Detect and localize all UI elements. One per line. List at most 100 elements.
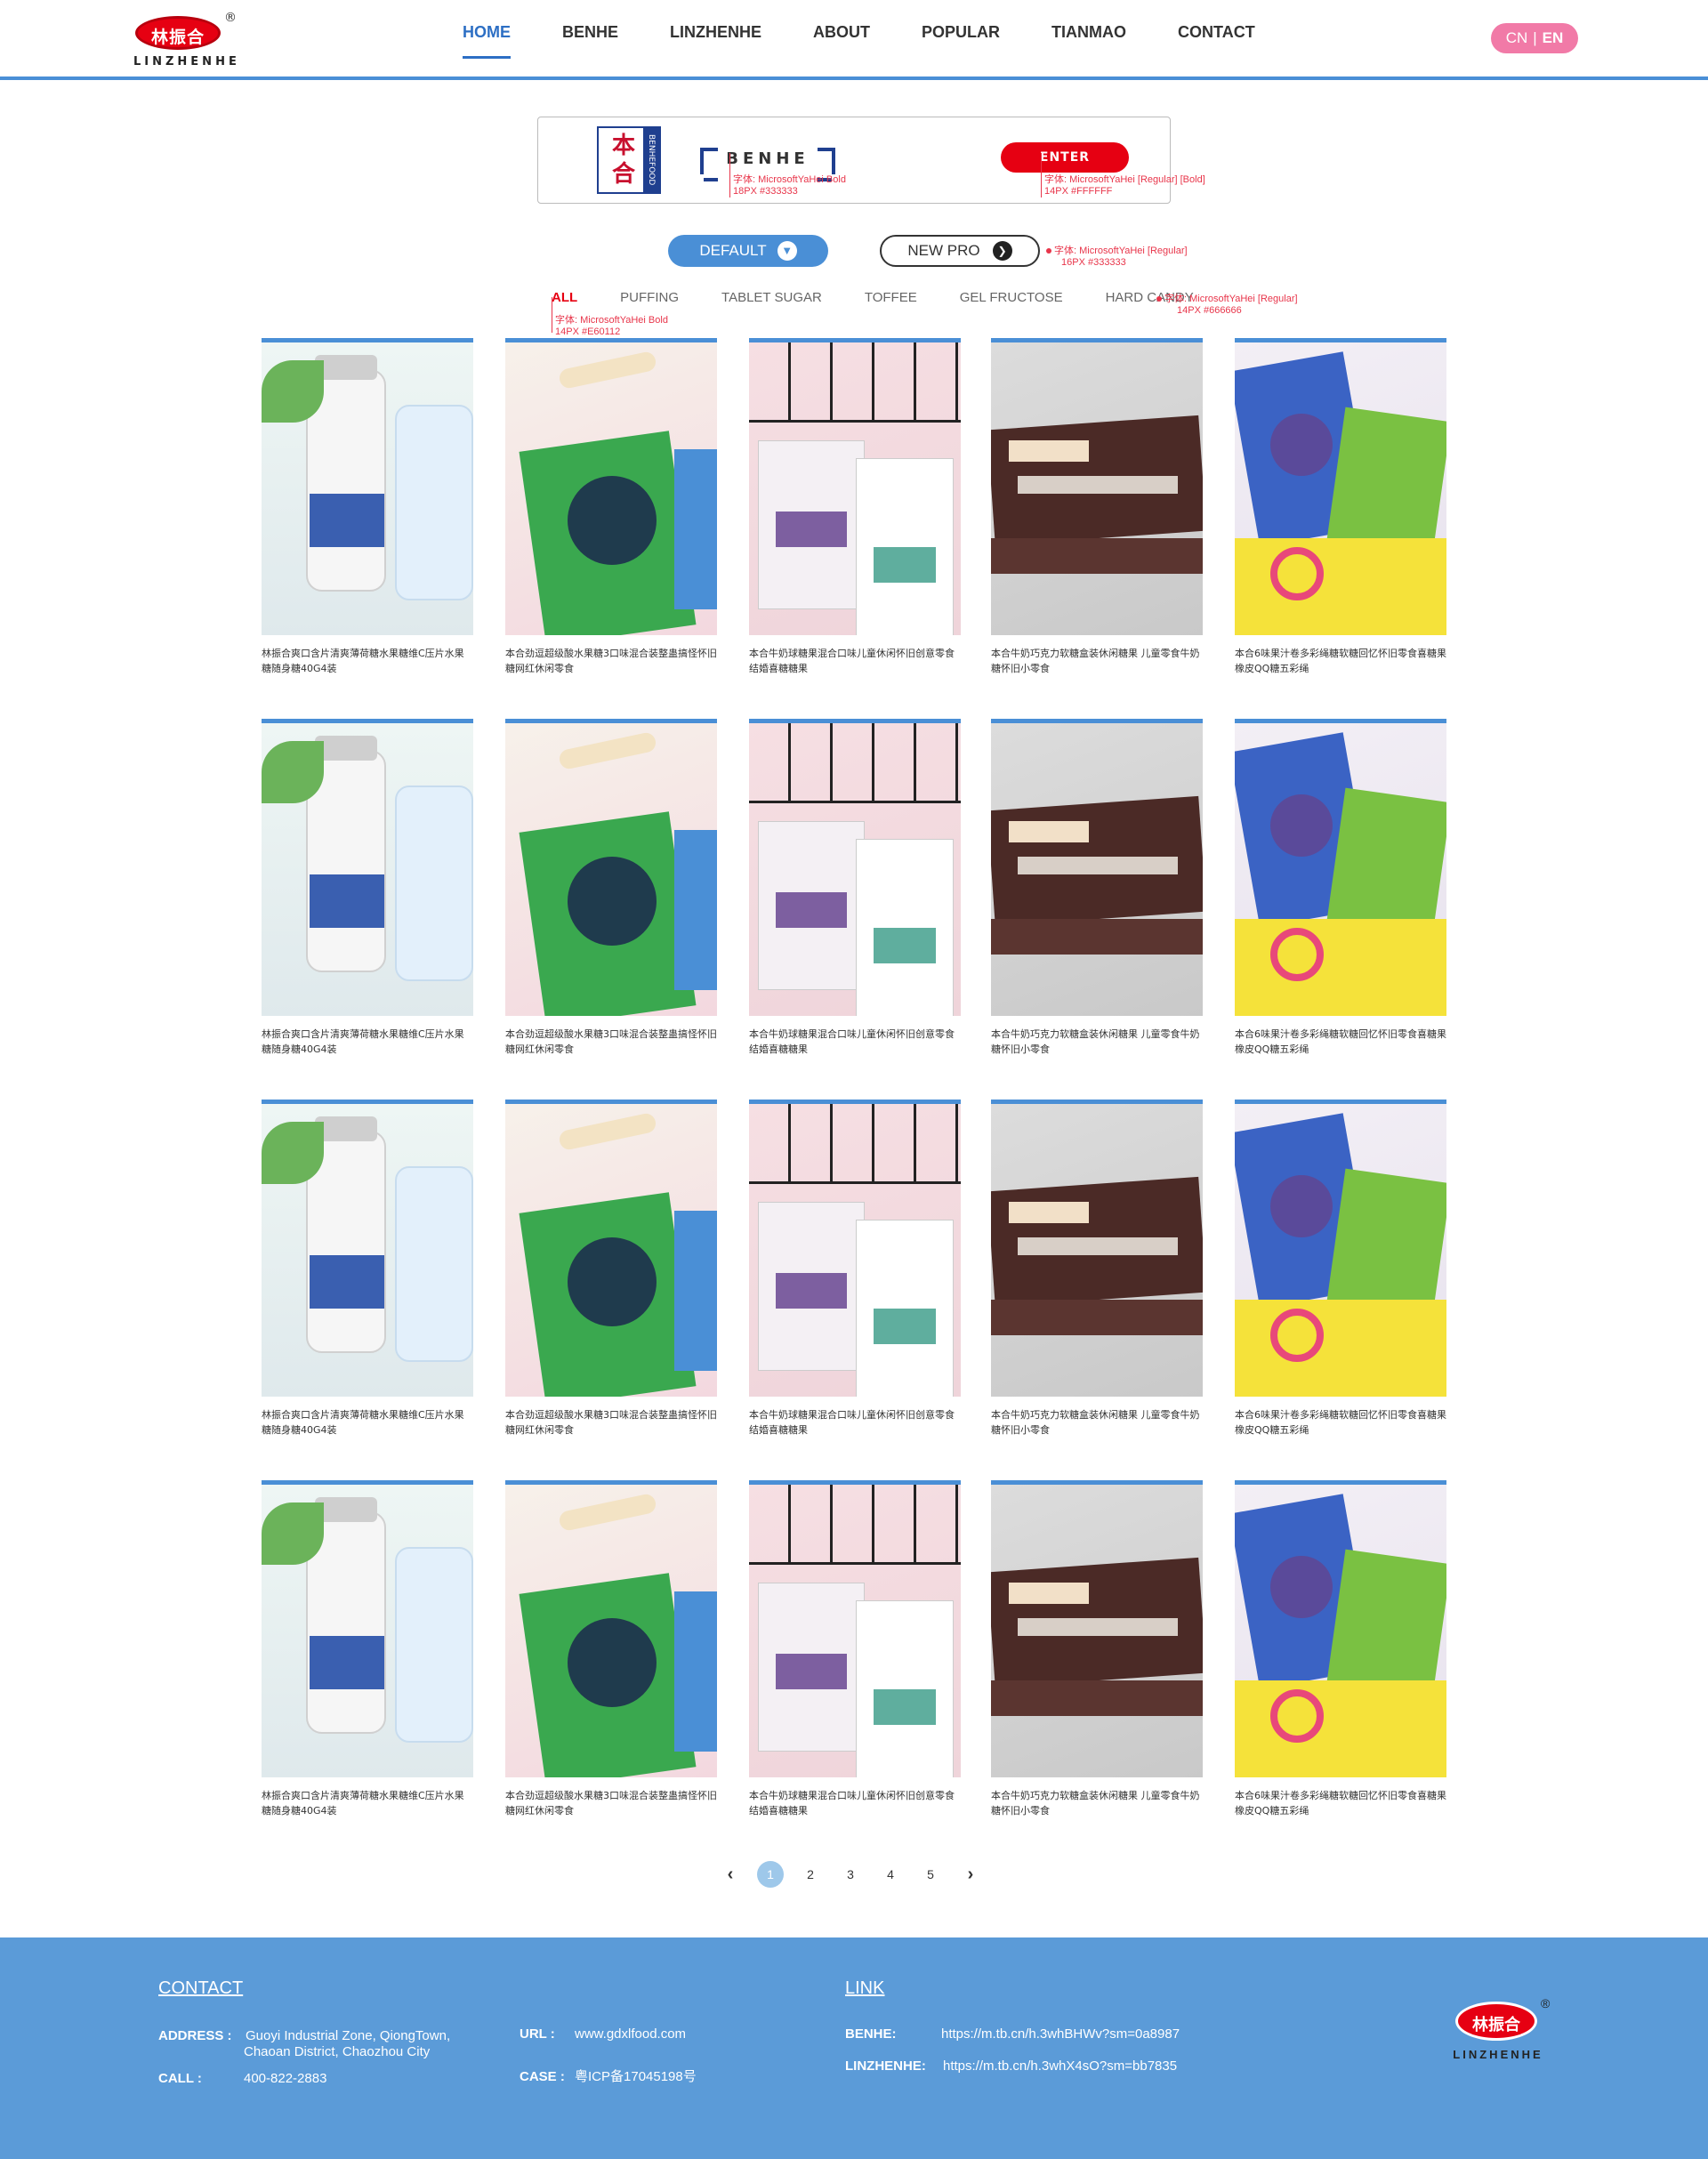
- footer-logo[interactable]: 林振合 ® LINZHENHE: [1453, 1996, 1559, 2073]
- tab-toffee[interactable]: TOFFEE: [865, 290, 917, 311]
- product-card[interactable]: 林振合爽口含片清爽薄荷糖水果糖维C压片水果糖随身糖40G4装: [262, 719, 473, 1066]
- product-card[interactable]: 本合劲逗超级酸水果糖3口味混合装整蛊搞怪怀旧糖网红休闲零食: [505, 338, 717, 685]
- product-image[interactable]: [991, 338, 1203, 635]
- product-card[interactable]: 本合牛奶球糖果混合口味儿童休闲怀旧创意零食结婚喜糖糖果: [749, 1100, 961, 1446]
- product-illustration: [1235, 919, 1446, 1016]
- default-sort-button[interactable]: DEFAULT ▼: [668, 235, 828, 267]
- product-title[interactable]: 本合牛奶巧克力软糖盒装休闲糖果 儿童零食牛奶糖怀旧小零食: [991, 1788, 1203, 1818]
- product-title[interactable]: 林振合爽口含片清爽薄荷糖水果糖维C压片水果糖随身糖40G4装: [262, 1788, 473, 1818]
- benhe-link[interactable]: https://m.tb.cn/h.3whBHWv?sm=0a8987: [941, 2026, 1180, 2042]
- product-image[interactable]: [991, 1100, 1203, 1397]
- tab-gel-fructose[interactable]: GEL FRUCTOSE: [960, 290, 1063, 311]
- product-title[interactable]: 本合6味果汁卷多彩绳糖软糖回忆怀旧零食喜糖果橡皮QQ糖五彩绳: [1235, 1027, 1446, 1057]
- page-5[interactable]: 5: [917, 1861, 944, 1888]
- product-card[interactable]: 本合牛奶巧克力软糖盒装休闲糖果 儿童零食牛奶糖怀旧小零食: [991, 1100, 1203, 1446]
- product-image[interactable]: [262, 1480, 473, 1777]
- product-illustration: [262, 1122, 324, 1184]
- tab-all[interactable]: ALL: [552, 290, 577, 311]
- product-image[interactable]: [262, 719, 473, 1016]
- product-title[interactable]: 本合牛奶球糖果混合口味儿童休闲怀旧创意零食结婚喜糖糖果: [749, 1788, 961, 1818]
- product-image[interactable]: [262, 1100, 473, 1397]
- tab-tablet-sugar[interactable]: TABLET SUGAR: [721, 290, 822, 311]
- product-image[interactable]: [1235, 338, 1446, 635]
- new-pro-button[interactable]: NEW PRO ❯: [880, 235, 1040, 267]
- badge-side-text: BENHEFOOD: [643, 128, 659, 192]
- enter-button[interactable]: ENTER: [1001, 142, 1129, 173]
- product-title[interactable]: 本合劲逗超级酸水果糖3口味混合装整蛊搞怪怀旧糖网红休闲零食: [505, 1788, 717, 1818]
- product-image[interactable]: [505, 1480, 717, 1777]
- nav-popular[interactable]: POPULAR: [922, 23, 1000, 59]
- product-title[interactable]: 林振合爽口含片清爽薄荷糖水果糖维C压片水果糖随身糖40G4装: [262, 646, 473, 676]
- product-image[interactable]: [262, 338, 473, 635]
- registered-mark: ®: [224, 11, 237, 25]
- product-card[interactable]: 林振合爽口含片清爽薄荷糖水果糖维C压片水果糖随身糖40G4装: [262, 1100, 473, 1446]
- lang-cn[interactable]: CN: [1506, 29, 1528, 47]
- product-image[interactable]: [749, 338, 961, 635]
- product-image[interactable]: [991, 719, 1203, 1016]
- nav-tianmao[interactable]: TIANMAO: [1051, 23, 1126, 59]
- product-card[interactable]: 本合6味果汁卷多彩绳糖软糖回忆怀旧零食喜糖果橡皮QQ糖五彩绳: [1235, 338, 1446, 685]
- product-illustration: [674, 830, 717, 990]
- prev-page-icon[interactable]: ‹: [717, 1861, 744, 1888]
- nav-contact[interactable]: CONTACT: [1178, 23, 1255, 59]
- product-title[interactable]: 林振合爽口含片清爽薄荷糖水果糖维C压片水果糖随身糖40G4装: [262, 1407, 473, 1438]
- product-card[interactable]: 本合牛奶球糖果混合口味儿童休闲怀旧创意零食结婚喜糖糖果: [749, 719, 961, 1066]
- product-image[interactable]: [505, 719, 717, 1016]
- product-title[interactable]: 本合6味果汁卷多彩绳糖软糖回忆怀旧零食喜糖果橡皮QQ糖五彩绳: [1235, 1407, 1446, 1438]
- product-title[interactable]: 本合6味果汁卷多彩绳糖软糖回忆怀旧零食喜糖果橡皮QQ糖五彩绳: [1235, 1788, 1446, 1818]
- product-title[interactable]: 本合劲逗超级酸水果糖3口味混合装整蛊搞怪怀旧糖网红休闲零食: [505, 1027, 717, 1057]
- product-card[interactable]: 本合6味果汁卷多彩绳糖软糖回忆怀旧零食喜糖果橡皮QQ糖五彩绳: [1235, 719, 1446, 1066]
- product-image[interactable]: [749, 1100, 961, 1397]
- product-title[interactable]: 本合牛奶巧克力软糖盒装休闲糖果 儿童零食牛奶糖怀旧小零食: [991, 1027, 1203, 1057]
- product-image[interactable]: [991, 1480, 1203, 1777]
- product-card[interactable]: 本合劲逗超级酸水果糖3口味混合装整蛊搞怪怀旧糖网红休闲零食: [505, 1480, 717, 1827]
- lang-en[interactable]: EN: [1543, 29, 1564, 47]
- product-card[interactable]: 林振合爽口含片清爽薄荷糖水果糖维C压片水果糖随身糖40G4装: [262, 1480, 473, 1827]
- product-title[interactable]: 本合牛奶巧克力软糖盒装休闲糖果 儿童零食牛奶糖怀旧小零食: [991, 1407, 1203, 1438]
- product-title[interactable]: 本合牛奶球糖果混合口味儿童休闲怀旧创意零食结婚喜糖糖果: [749, 1407, 961, 1438]
- nav-home[interactable]: HOME: [463, 23, 511, 59]
- product-title[interactable]: 林振合爽口含片清爽薄荷糖水果糖维C压片水果糖随身糖40G4装: [262, 1027, 473, 1057]
- product-card[interactable]: 林振合爽口含片清爽薄荷糖水果糖维C压片水果糖随身糖40G4装: [262, 338, 473, 685]
- brand-logo[interactable]: 林振合 ® LINZHENHE: [133, 11, 237, 71]
- product-image[interactable]: [505, 1100, 717, 1397]
- product-illustration: [1235, 1680, 1446, 1777]
- product-title[interactable]: 本合劲逗超级酸水果糖3口味混合装整蛊搞怪怀旧糖网红休闲零食: [505, 646, 717, 676]
- product-image[interactable]: [1235, 1480, 1446, 1777]
- product-card[interactable]: 本合6味果汁卷多彩绳糖软糖回忆怀旧零食喜糖果橡皮QQ糖五彩绳: [1235, 1480, 1446, 1827]
- tab-puffing[interactable]: PUFFING: [620, 290, 679, 311]
- nav-about[interactable]: ABOUT: [813, 23, 870, 59]
- page-4[interactable]: 4: [877, 1861, 904, 1888]
- product-card[interactable]: 本合6味果汁卷多彩绳糖软糖回忆怀旧零食喜糖果橡皮QQ糖五彩绳: [1235, 1100, 1446, 1446]
- product-card[interactable]: 本合牛奶巧克力软糖盒装休闲糖果 儿童零食牛奶糖怀旧小零食: [991, 338, 1203, 685]
- product-card[interactable]: 本合劲逗超级酸水果糖3口味混合装整蛊搞怪怀旧糖网红休闲零食: [505, 1100, 717, 1446]
- product-title[interactable]: 本合牛奶球糖果混合口味儿童休闲怀旧创意零食结婚喜糖糖果: [749, 646, 961, 676]
- product-image[interactable]: [749, 719, 961, 1016]
- product-title[interactable]: 本合劲逗超级酸水果糖3口味混合装整蛊搞怪怀旧糖网红休闲零食: [505, 1407, 717, 1438]
- page-3[interactable]: 3: [837, 1861, 864, 1888]
- page-2[interactable]: 2: [797, 1861, 824, 1888]
- linzhenhe-link[interactable]: https://m.tb.cn/h.3whX4sO?sm=bb7835: [943, 2058, 1177, 2074]
- product-title[interactable]: 本合6味果汁卷多彩绳糖软糖回忆怀旧零食喜糖果橡皮QQ糖五彩绳: [1235, 646, 1446, 676]
- product-illustration: [1270, 928, 1324, 981]
- product-illustration: [776, 1273, 847, 1309]
- product-card[interactable]: 本合牛奶球糖果混合口味儿童休闲怀旧创意零食结婚喜糖糖果: [749, 1480, 961, 1827]
- product-title[interactable]: 本合牛奶球糖果混合口味儿童休闲怀旧创意零食结婚喜糖糖果: [749, 1027, 961, 1057]
- product-card[interactable]: 本合劲逗超级酸水果糖3口味混合装整蛊搞怪怀旧糖网红休闲零食: [505, 719, 717, 1066]
- next-page-icon[interactable]: ›: [957, 1861, 984, 1888]
- product-image[interactable]: [1235, 719, 1446, 1016]
- product-title[interactable]: 本合牛奶巧克力软糖盒装休闲糖果 儿童零食牛奶糖怀旧小零食: [991, 646, 1203, 676]
- product-card[interactable]: 本合牛奶巧克力软糖盒装休闲糖果 儿童零食牛奶糖怀旧小零食: [991, 1480, 1203, 1827]
- product-image[interactable]: [505, 338, 717, 635]
- nav-benhe[interactable]: BENHE: [562, 23, 618, 59]
- product-image[interactable]: [1235, 1100, 1446, 1397]
- nav-linzhenhe[interactable]: LINZHENHE: [670, 23, 761, 59]
- arrow-right-icon: ❯: [992, 241, 1012, 261]
- url-link[interactable]: www.gdxlfood.com: [575, 2026, 686, 2042]
- product-card[interactable]: 本合牛奶巧克力软糖盒装休闲糖果 儿童零食牛奶糖怀旧小零食: [991, 719, 1203, 1066]
- product-image[interactable]: [749, 1480, 961, 1777]
- contact-title: CONTACT: [158, 1978, 244, 1998]
- page-1[interactable]: 1: [757, 1861, 784, 1888]
- lang-separator: |: [1533, 29, 1537, 46]
- product-card[interactable]: 本合牛奶球糖果混合口味儿童休闲怀旧创意零食结婚喜糖糖果: [749, 338, 961, 685]
